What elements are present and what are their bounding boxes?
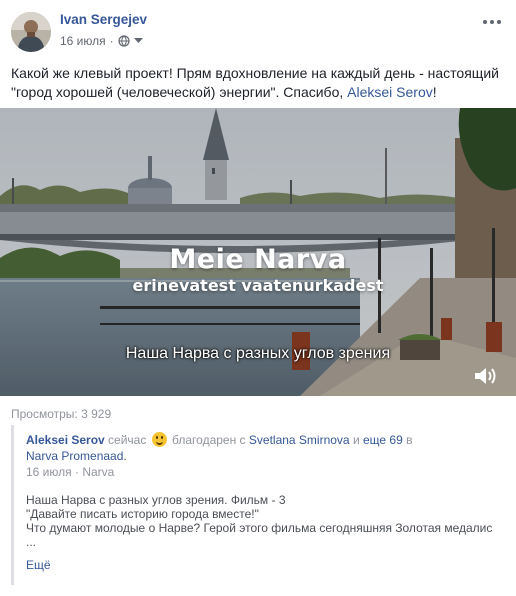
desc-line: Наша Нарва с разных углов зрения. Фильм …	[26, 493, 286, 507]
globe-icon[interactable]	[118, 35, 130, 47]
smile-emoji-icon	[151, 432, 167, 447]
shared-date[interactable]: 16 июля	[26, 465, 72, 479]
desc-line: "Давайте писать историю города вместе!"	[26, 507, 259, 521]
view-count: Просмотры: 3 929	[11, 407, 112, 421]
video-subtitle: Наша Нарва с разных углов зрения	[125, 345, 391, 362]
shared-description: Наша Нарва с разных углов зрения. Фильм …	[26, 493, 496, 549]
video-title-subline: erinevatest vaatenurkadest	[132, 276, 384, 295]
video-title: Meie Narva	[169, 244, 347, 275]
post-meta: 16 июля ·	[60, 34, 143, 48]
more-options-icon[interactable]	[482, 14, 502, 25]
shared-in: в	[402, 433, 413, 447]
post-text: Какой же клевый проект! Прям вдохновлени…	[11, 64, 505, 102]
shared-dot: .	[123, 449, 127, 463]
post-text-end: !	[432, 84, 437, 100]
tagged-person-link[interactable]: Svetlana Smirnova	[249, 433, 350, 447]
mention-link[interactable]: Aleksei Serov	[347, 84, 433, 100]
shared-location[interactable]: Narva	[82, 465, 114, 479]
place-link[interactable]: Narva Promenaad	[26, 449, 123, 463]
shared-post-meta: 16 июля · Narva	[26, 464, 496, 480]
shared-time: сейчас	[104, 433, 150, 447]
shared-post-line1: Aleksei Serov сейчас благодарен с Svetla…	[26, 432, 496, 448]
desc-ellipsis: ...	[26, 535, 37, 549]
post-header: Ivan Sergejev 16 июля ·	[0, 0, 516, 58]
avatar[interactable]	[11, 12, 51, 52]
shared-post-header: Aleksei Serov сейчас благодарен с Svetla…	[26, 432, 496, 480]
shared-and: и	[349, 433, 363, 447]
post-author-name[interactable]: Ivan Sergejev	[60, 12, 147, 27]
desc-line: Что думают молодые о Нарве? Герой этого …	[26, 521, 493, 535]
chevron-down-icon[interactable]	[133, 38, 143, 44]
tagged-others-link[interactable]: еще 69	[363, 433, 403, 447]
post-card: Ivan Sergejev 16 июля · Какой же клевый …	[0, 0, 516, 596]
speaker-icon[interactable]	[473, 365, 497, 387]
video-player[interactable]: Meie Narva erinevatest vaatenurkadest На…	[0, 108, 516, 396]
post-date[interactable]: 16 июля	[60, 34, 106, 48]
see-more-link[interactable]: Ещё	[26, 558, 51, 572]
meta-separator: ·	[109, 34, 114, 48]
shared-post-line2: Narva Promenaad.	[26, 448, 496, 464]
shared-feeling: благодарен с	[168, 433, 249, 447]
shared-meta-sep: ·	[74, 465, 79, 479]
shared-post: Aleksei Serov сейчас благодарен с Svetla…	[11, 425, 507, 585]
shared-author-name[interactable]: Aleksei Serov	[26, 433, 105, 447]
